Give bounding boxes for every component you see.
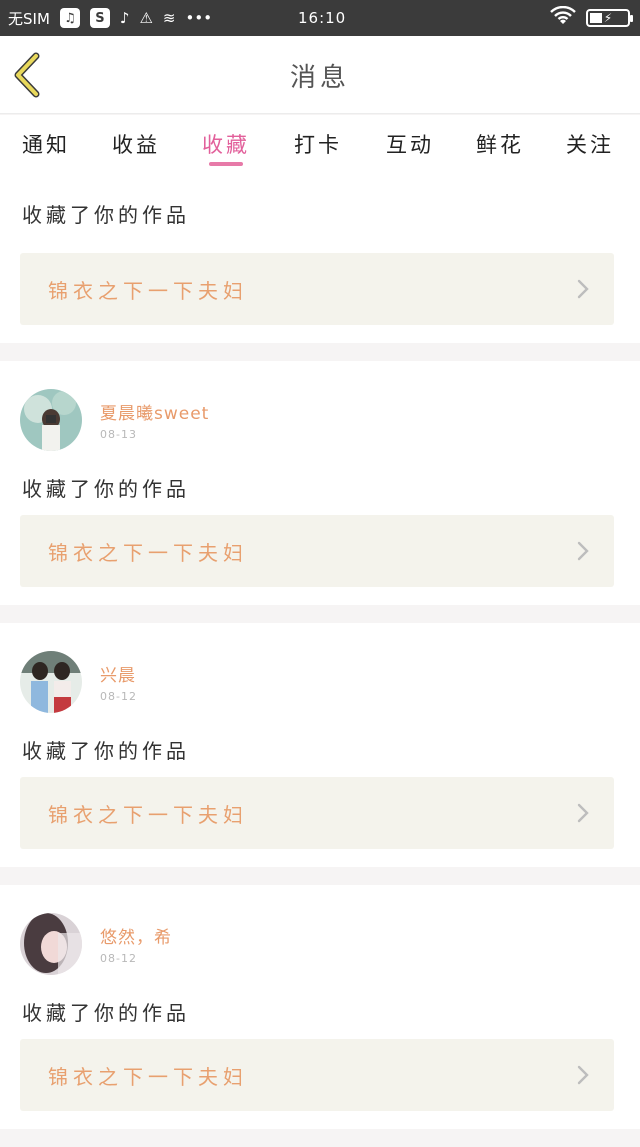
user-row: 夏晨曦sweet 08-13 <box>0 361 640 451</box>
list-item: 夏晨曦sweet 08-13 收藏了你的作品 锦衣之下一下夫妇 <box>0 361 640 605</box>
clock: 16:10 <box>298 9 347 27</box>
work-title: 锦衣之下一下夫妇 <box>48 802 248 827</box>
status-left: 无SIM ♫ S ♪ ⚠ ≋ ••• <box>8 0 212 36</box>
work-link[interactable]: 锦衣之下一下夫妇 <box>20 515 614 587</box>
s-icon: S <box>89 8 110 28</box>
work-link[interactable]: 锦衣之下一下夫妇 <box>20 253 614 325</box>
list-item: 悠然，希 08-12 收藏了你的作品 锦衣之下一下夫妇 <box>0 885 640 1129</box>
page-title: 消息 <box>289 62 350 93</box>
tab-notifications[interactable]: 通知 <box>18 115 74 173</box>
sound-icon: ♪ <box>119 9 130 27</box>
timestamp: 08-13 <box>100 428 137 441</box>
tab-flowers[interactable]: 鲜花 <box>472 115 528 173</box>
more-dots-icon: ••• <box>185 9 213 27</box>
avatar[interactable] <box>20 913 82 975</box>
action-text: 收藏了你的作品 <box>22 1000 190 1025</box>
username[interactable]: 悠然，希 <box>100 923 172 948</box>
work-title: 锦衣之下一下夫妇 <box>48 278 248 303</box>
header: 消息 <box>0 36 640 114</box>
work-link[interactable]: 锦衣之下一下夫妇 <box>20 777 614 849</box>
tab-bar: 通知 收益 收藏 打卡 互动 鲜花 关注 <box>0 115 640 173</box>
action-text: 收藏了你的作品 <box>22 202 190 227</box>
user-row: 悠然，希 08-12 <box>0 885 640 975</box>
timestamp: 08-12 <box>100 952 137 965</box>
chevron-right-icon <box>577 803 589 823</box>
music-icon: ♫ <box>59 8 80 28</box>
message-list: 收藏了你的作品 锦衣之下一下夫妇 夏晨曦sweet 08-13 收藏了你的作品 … <box>0 173 640 1147</box>
active-tab-indicator <box>209 162 243 166</box>
avatar[interactable] <box>20 389 82 451</box>
tab-interaction[interactable]: 互动 <box>382 115 438 173</box>
chevron-right-icon <box>577 1065 589 1085</box>
chevron-right-icon <box>577 279 589 299</box>
username[interactable]: 夏晨曦sweet <box>100 399 209 424</box>
status-bar: 无SIM ♫ S ♪ ⚠ ≋ ••• 16:10 ⚡ <box>0 0 640 36</box>
status-right: ⚡ <box>550 0 633 36</box>
tab-earnings[interactable]: 收益 <box>108 115 164 173</box>
battery-icon: ⚡ <box>586 9 633 27</box>
chevron-right-icon <box>577 541 589 561</box>
warning-icon: ⚠ <box>139 9 153 27</box>
database-icon: ≋ <box>162 9 176 27</box>
work-link[interactable]: 锦衣之下一下夫妇 <box>20 1039 614 1111</box>
timestamp: 08-12 <box>100 690 137 703</box>
tab-following[interactable]: 关注 <box>562 115 618 173</box>
carrier-label: 无SIM <box>8 9 50 28</box>
wifi-icon <box>550 5 576 30</box>
tab-checkin[interactable]: 打卡 <box>290 115 346 173</box>
user-row: 兴晨 08-12 <box>0 623 640 713</box>
list-item: 兴晨 08-12 收藏了你的作品 锦衣之下一下夫妇 <box>0 623 640 867</box>
username[interactable]: 兴晨 <box>100 661 136 686</box>
work-title: 锦衣之下一下夫妇 <box>48 540 248 565</box>
action-text: 收藏了你的作品 <box>22 476 190 501</box>
list-item: 收藏了你的作品 锦衣之下一下夫妇 <box>0 173 640 343</box>
work-title: 锦衣之下一下夫妇 <box>48 1064 248 1089</box>
avatar[interactable] <box>20 651 82 713</box>
action-text: 收藏了你的作品 <box>22 738 190 763</box>
